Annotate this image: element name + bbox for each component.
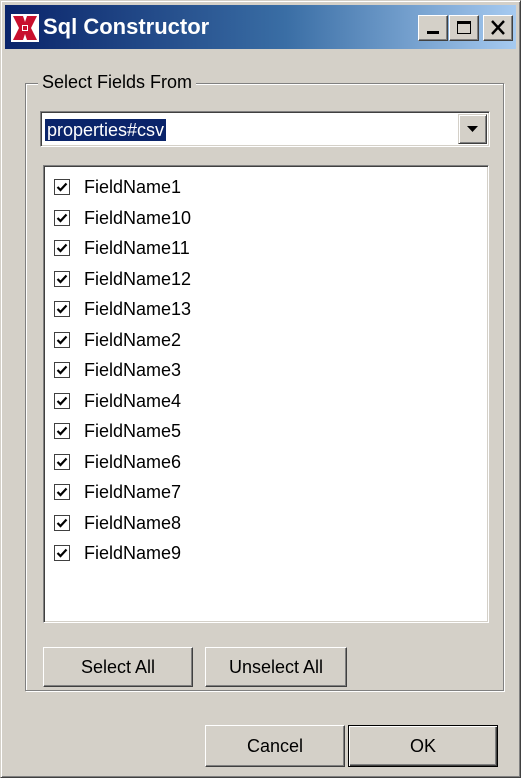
checkmark-icon <box>56 335 68 345</box>
list-item[interactable]: FieldName10 <box>54 203 474 233</box>
unselect-all-button[interactable]: Unselect All <box>205 647 347 687</box>
list-item[interactable]: FieldName13 <box>54 294 474 324</box>
checkbox[interactable] <box>54 179 70 195</box>
checkmark-icon <box>56 304 68 314</box>
checkbox[interactable] <box>54 270 70 287</box>
checkmark-icon <box>56 426 68 436</box>
list-item[interactable]: FieldName4 <box>54 386 474 416</box>
close-icon <box>491 20 505 35</box>
checkbox[interactable] <box>54 392 70 409</box>
field-label: FieldName2 <box>84 329 182 350</box>
window-title: Sql Constructor <box>43 14 210 39</box>
checkbox[interactable] <box>54 240 70 256</box>
list-item[interactable]: FieldName12 <box>54 264 474 294</box>
title-bar[interactable]: Sql Constructor <box>5 5 516 49</box>
field-label: FieldName9 <box>84 543 182 563</box>
ok-button[interactable]: OK <box>348 725 498 767</box>
checkbox[interactable] <box>54 209 70 226</box>
list-item[interactable]: FieldName5 <box>54 416 474 446</box>
checkmark-icon <box>56 518 68 528</box>
minimize-button[interactable] <box>418 15 448 41</box>
checkbox[interactable] <box>54 362 70 378</box>
table-select-value: properties#csv <box>45 119 167 141</box>
field-label: FieldName13 <box>84 299 192 319</box>
list-item[interactable]: FieldName6 <box>54 447 474 477</box>
field-checklist[interactable]: FieldName1 FieldName10 FieldName11 FieldNam… <box>43 165 489 623</box>
checkbox[interactable] <box>54 331 70 348</box>
list-item[interactable]: FieldName8 <box>54 508 474 538</box>
field-label: FieldName7 <box>84 482 182 502</box>
list-item[interactable]: FieldName9 <box>54 538 474 568</box>
dropdown-button[interactable] <box>458 114 487 144</box>
field-label: FieldName6 <box>84 451 182 472</box>
maximize-button[interactable] <box>449 15 479 41</box>
checkbox[interactable] <box>54 545 70 561</box>
checkmark-icon <box>56 274 68 284</box>
checkbox[interactable] <box>54 514 70 531</box>
checkmark-icon <box>56 396 68 406</box>
checkmark-icon <box>56 213 68 223</box>
checkmark-icon <box>56 243 68 253</box>
field-label: FieldName4 <box>84 390 182 411</box>
maximize-icon <box>457 21 471 34</box>
sql-constructor-app-icon <box>11 14 39 42</box>
checkbox[interactable] <box>54 484 70 500</box>
group-label: Select Fields From <box>38 71 197 93</box>
minimize-icon <box>427 31 439 34</box>
checkmark-icon <box>56 365 68 375</box>
checkmark-icon <box>56 548 68 558</box>
close-button[interactable] <box>483 15 513 41</box>
field-label: FieldName1 <box>84 177 182 197</box>
checkmark-icon <box>56 182 68 192</box>
sql-constructor-dialog: Sql Constructor Select Fields From prope… <box>0 0 521 778</box>
checkbox[interactable] <box>54 423 70 439</box>
select-all-button[interactable]: Select All <box>43 647 193 687</box>
field-label: FieldName11 <box>84 238 190 258</box>
list-item[interactable]: FieldName1 <box>54 172 474 202</box>
table-select[interactable]: properties#csv <box>40 111 490 147</box>
list-item[interactable]: FieldName11 <box>54 233 474 263</box>
checkbox[interactable] <box>54 453 70 470</box>
field-label: FieldName12 <box>84 268 192 289</box>
list-item[interactable]: FieldName2 <box>54 325 474 355</box>
list-item[interactable]: FieldName7 <box>54 477 474 507</box>
checkmark-icon <box>56 487 68 497</box>
checkbox[interactable] <box>54 301 70 317</box>
cancel-button[interactable]: Cancel <box>205 725 345 767</box>
field-label: FieldName5 <box>84 421 182 441</box>
field-label: FieldName8 <box>84 512 182 533</box>
field-label: FieldName10 <box>84 207 192 228</box>
field-label: FieldName3 <box>84 360 182 380</box>
chevron-down-icon <box>467 126 478 132</box>
list-item[interactable]: FieldName3 <box>54 355 474 385</box>
checkmark-icon <box>56 457 68 467</box>
